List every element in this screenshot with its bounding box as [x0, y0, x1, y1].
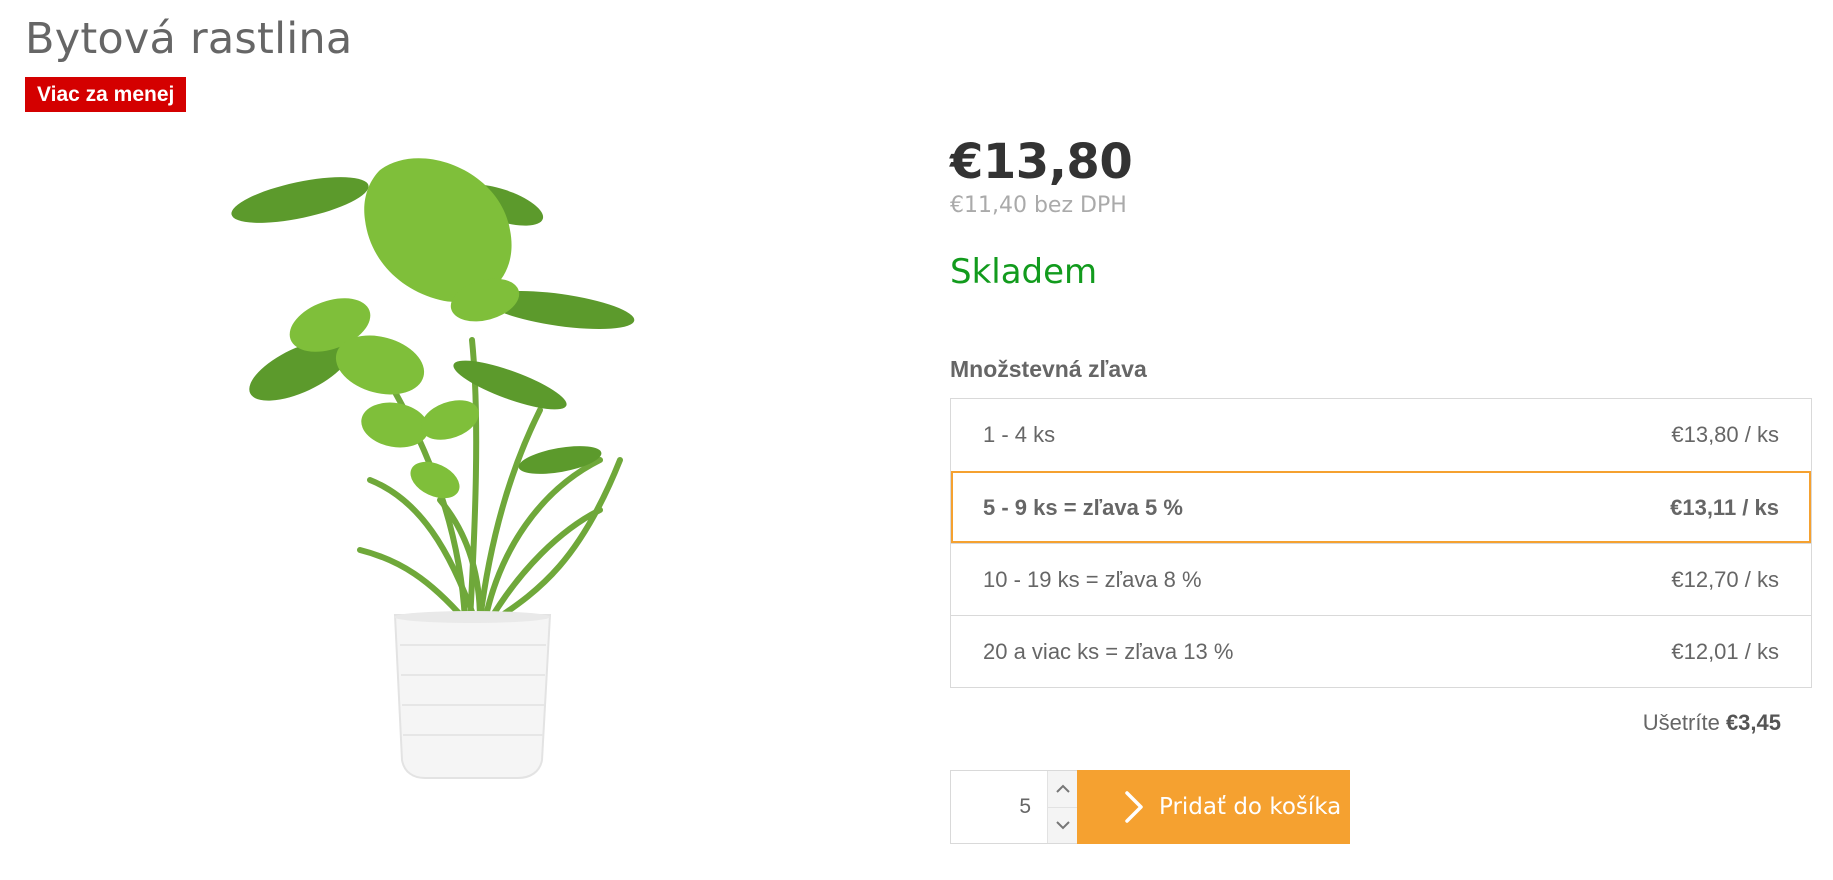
discount-unit-price: €12,01 / ks	[1671, 638, 1779, 664]
savings-summary: Ušetríte €3,45	[1643, 710, 1781, 736]
discount-range: 1 - 4 ks	[983, 422, 1056, 447]
quantity-input[interactable]	[951, 771, 1047, 843]
quantity-discount-table: 1 - 4 ks €13,80 / ks 5 - 9 ks = zľava 5 …	[950, 398, 1812, 688]
quantity-increase-button[interactable]	[1048, 771, 1077, 807]
product-title: Bytová rastlina	[25, 14, 353, 64]
product-price: €13,80	[950, 134, 1133, 190]
chevron-down-icon	[1055, 821, 1070, 830]
quantity-discount-heading: Množstevná zľava	[950, 356, 1147, 382]
add-to-cart-label: Pridať do košíka	[1159, 794, 1342, 820]
discount-range: 5 - 9 ks = zľava 5 %	[983, 494, 1183, 520]
price-without-vat: €11,40 bez DPH	[950, 193, 1127, 218]
discount-unit-price: €13,11 / ks	[1670, 494, 1779, 520]
promo-badge: Viac za menej	[25, 77, 187, 112]
discount-row-selected[interactable]: 5 - 9 ks = zľava 5 % €13,11 / ks	[951, 471, 1811, 543]
discount-unit-price: €13,80 / ks	[1671, 422, 1779, 447]
product-image	[180, 150, 780, 790]
quantity-stepper-buttons	[1047, 771, 1077, 843]
chevron-up-icon	[1055, 784, 1070, 793]
quantity-stepper	[950, 770, 1078, 844]
discount-row[interactable]: 10 - 19 ks = zľava 8 % €12,70 / ks	[951, 543, 1811, 615]
discount-row[interactable]: 1 - 4 ks €13,80 / ks	[951, 399, 1811, 471]
add-to-cart-button[interactable]: Pridať do košíka	[1077, 770, 1350, 844]
discount-unit-price: €12,70 / ks	[1671, 566, 1779, 592]
savings-value: €3,45	[1725, 710, 1781, 735]
savings-label: Ušetríte	[1642, 710, 1720, 735]
stock-status: Skladem	[950, 252, 1098, 292]
discount-row[interactable]: 20 a viac ks = zľava 13 % €12,01 / ks	[951, 615, 1811, 687]
quantity-decrease-button[interactable]	[1048, 806, 1077, 843]
chevron-right-icon	[1109, 790, 1159, 824]
discount-range: 10 - 19 ks = zľava 8 %	[983, 566, 1202, 592]
discount-range: 20 a viac ks = zľava 13 %	[983, 638, 1234, 664]
